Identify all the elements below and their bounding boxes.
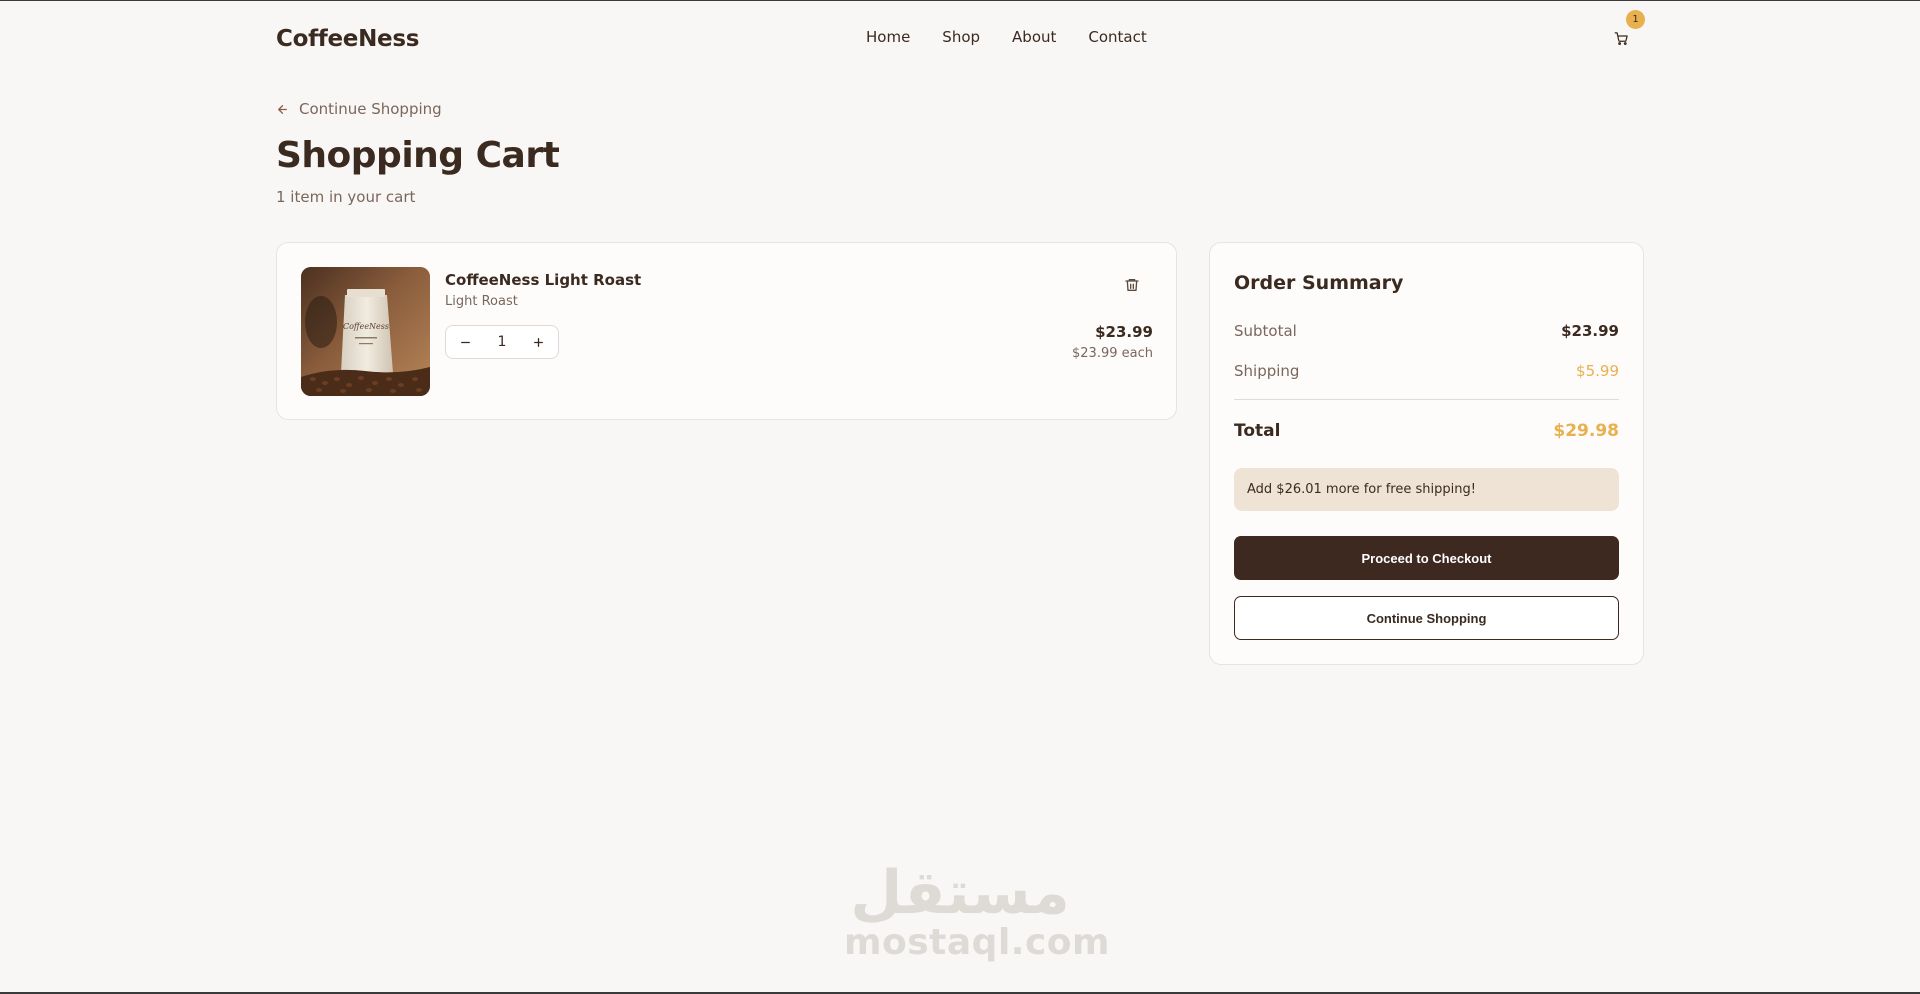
bag-label: CoffeeNess	[343, 322, 389, 331]
shipping-value: $5.99	[1576, 362, 1619, 380]
nav-home[interactable]: Home	[866, 28, 910, 46]
remove-item-button[interactable]	[1124, 277, 1142, 295]
cart-icon	[1614, 31, 1628, 45]
watermark-latin: mostaql.com	[844, 922, 1111, 963]
back-to-shopping-link[interactable]: Continue Shopping	[276, 100, 442, 118]
watermark-arabic: مستقل	[850, 858, 1070, 928]
unit-price: $23.99 each	[1072, 346, 1153, 361]
free-shipping-notice: Add $26.01 more for free shipping!	[1234, 468, 1619, 511]
order-summary: Order Summary Subtotal $23.99 Shipping $…	[1209, 242, 1644, 665]
line-total: $23.99	[1095, 323, 1153, 341]
order-summary-title: Order Summary	[1234, 272, 1404, 294]
shipping-row: Shipping $5.99	[1234, 362, 1619, 380]
decrease-quantity-button[interactable]	[456, 333, 474, 351]
site-header: CoffeeNess Home Shop About Contact 1	[276, 1, 1645, 77]
shipping-label: Shipping	[1234, 362, 1300, 380]
cart-item-card: CoffeeNess CoffeeNess Light Roast Light …	[276, 242, 1177, 420]
main-nav: Home Shop About Contact	[866, 28, 1147, 46]
total-label: Total	[1234, 421, 1281, 441]
logo[interactable]: CoffeeNess	[276, 26, 419, 52]
proceed-to-checkout-button[interactable]: Proceed to Checkout	[1234, 536, 1619, 580]
nav-contact[interactable]: Contact	[1088, 28, 1146, 46]
product-variant: Light Roast	[445, 294, 518, 309]
subtotal-value: $23.99	[1561, 322, 1619, 340]
cart-item-count: 1 item in your cart	[276, 188, 416, 206]
minus-icon	[460, 341, 470, 343]
continue-shopping-button[interactable]: Continue Shopping	[1234, 596, 1619, 640]
cart-count-badge: 1	[1626, 10, 1645, 29]
quantity-stepper: 1	[445, 325, 559, 359]
nav-about[interactable]: About	[1012, 28, 1056, 46]
quantity-value: 1	[497, 334, 507, 350]
back-link-label: Continue Shopping	[299, 100, 442, 118]
watermark: مستقل mostaql.com	[844, 858, 1111, 963]
plus-icon	[534, 337, 544, 347]
subtotal-label: Subtotal	[1234, 322, 1297, 340]
subtotal-row: Subtotal $23.99	[1234, 322, 1619, 340]
arrow-left-icon	[278, 104, 287, 114]
page-title: Shopping Cart	[276, 135, 560, 176]
cart-button[interactable]	[1610, 27, 1632, 49]
increase-quantity-button[interactable]	[530, 333, 548, 351]
total-row: Total $29.98	[1234, 421, 1619, 441]
summary-divider	[1234, 399, 1619, 400]
product-name[interactable]: CoffeeNess Light Roast	[445, 271, 641, 289]
product-image: CoffeeNess	[301, 267, 430, 396]
trash-icon	[1125, 279, 1139, 291]
total-value: $29.98	[1553, 421, 1619, 441]
nav-shop[interactable]: Shop	[942, 28, 980, 46]
